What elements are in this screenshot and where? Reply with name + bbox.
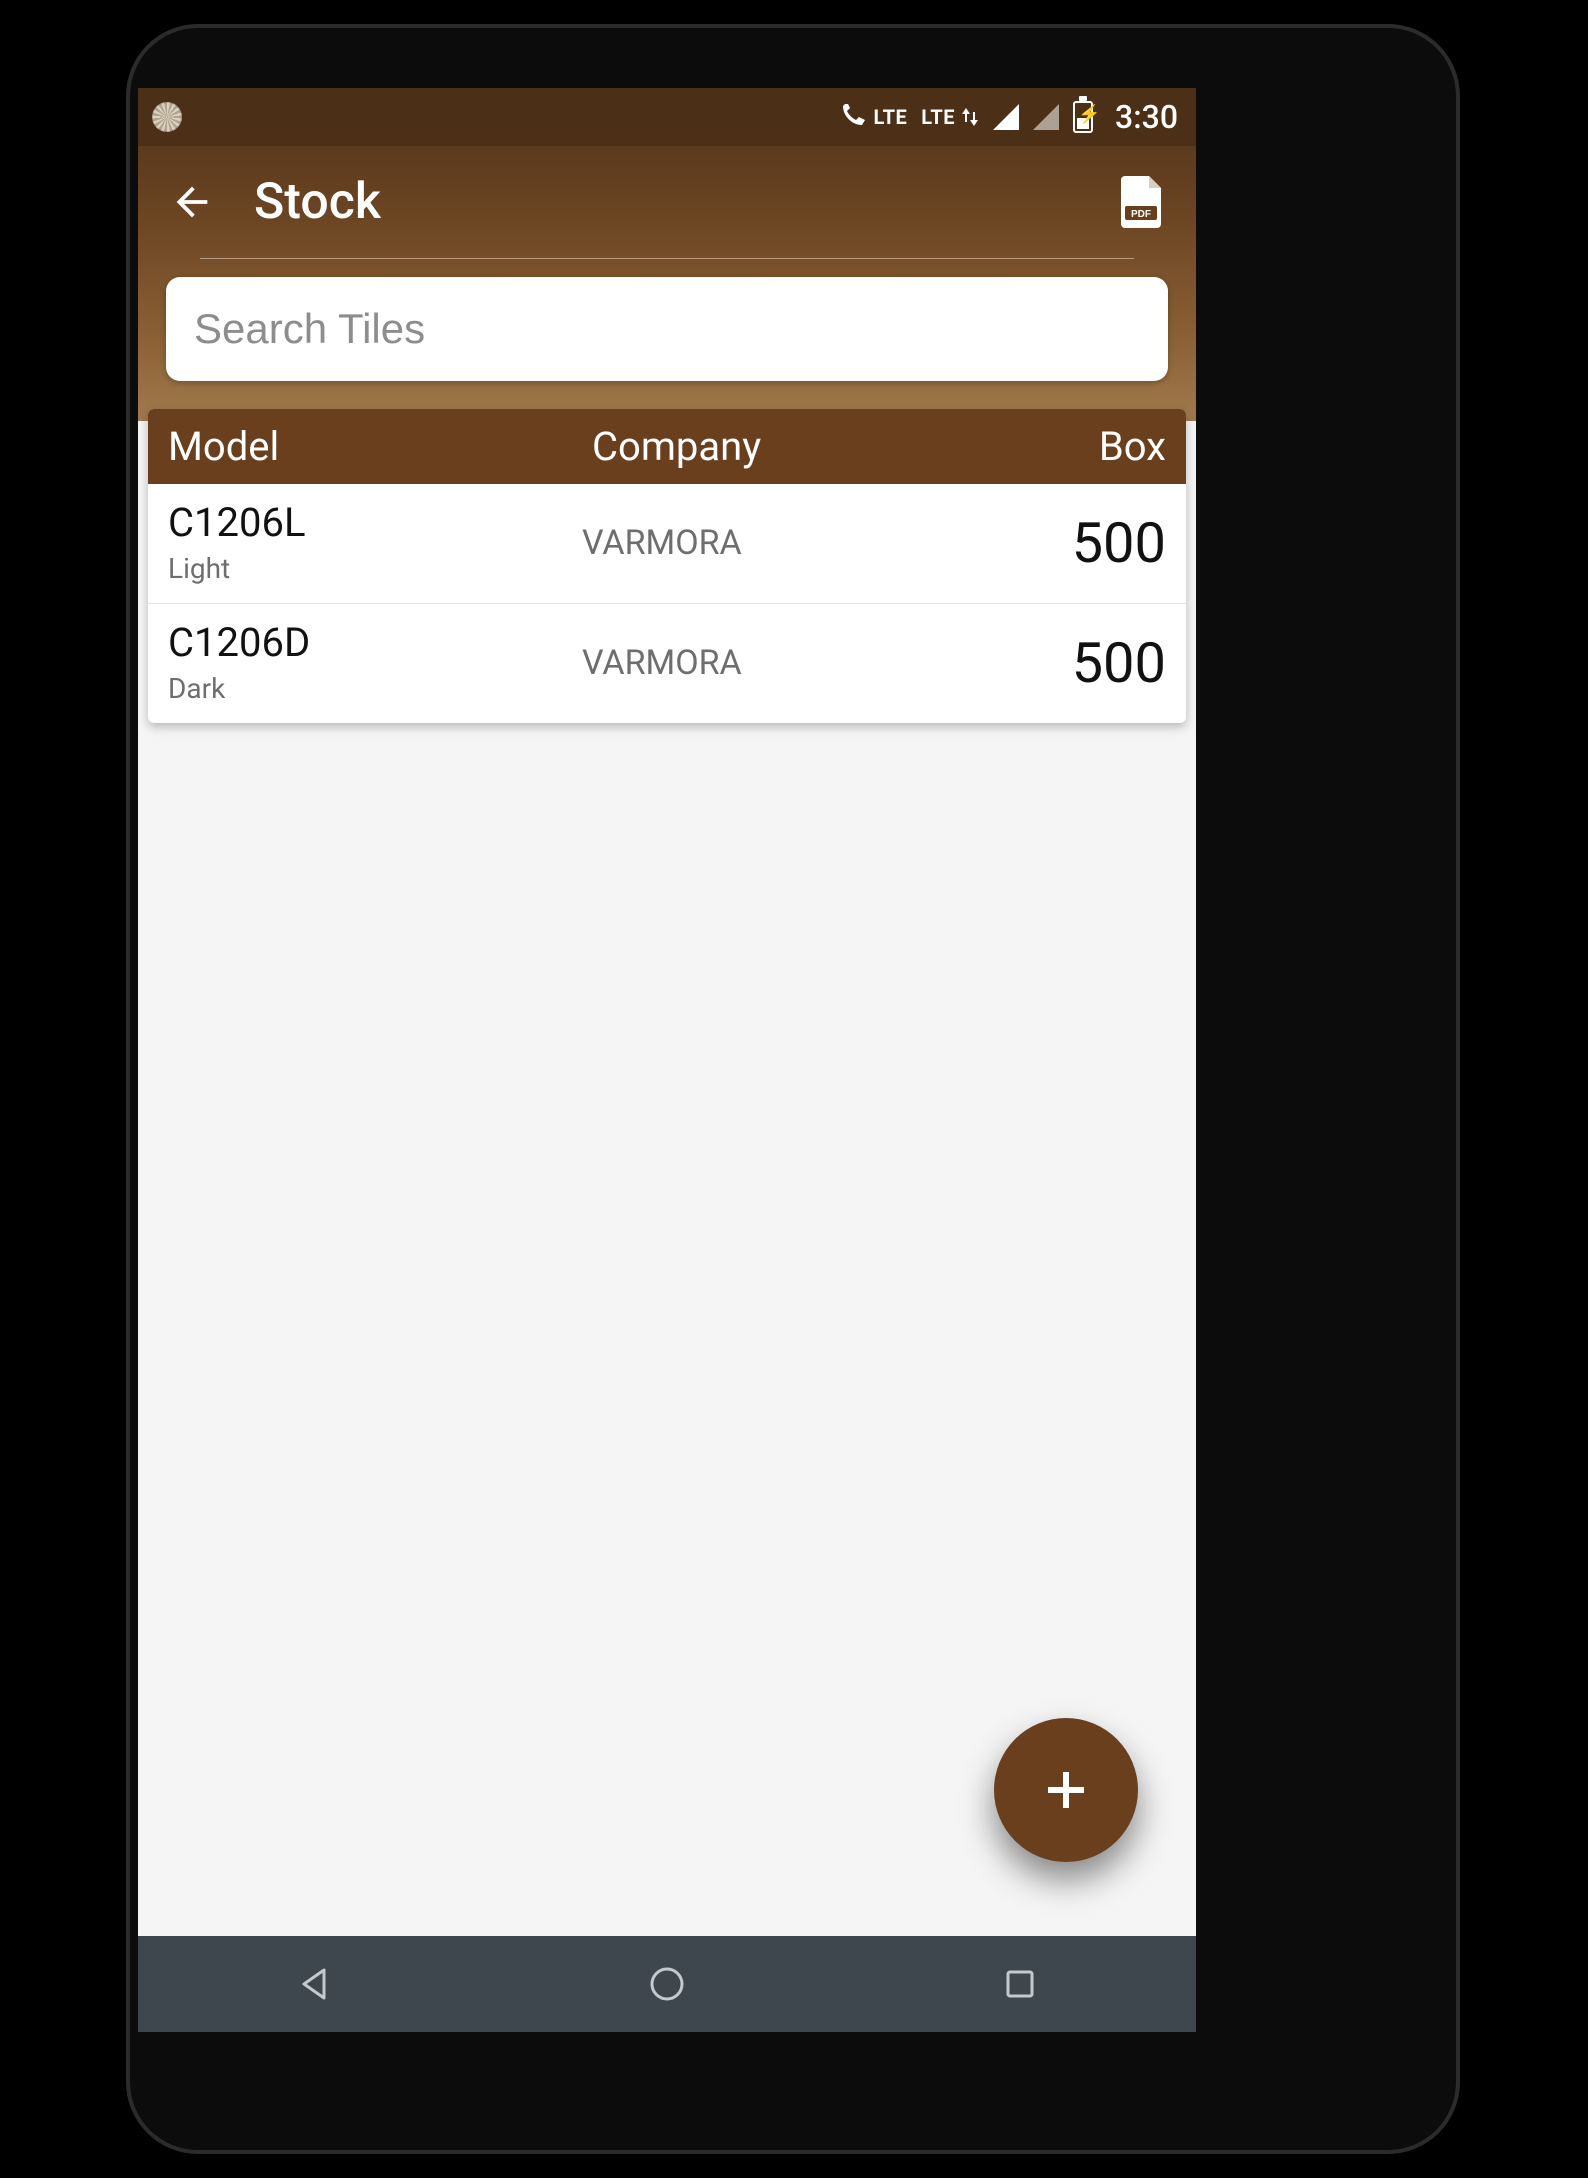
- lte-label-2: LTE: [921, 105, 955, 129]
- data-lte-indicator: LTE: [921, 105, 979, 129]
- nav-recents-button[interactable]: [992, 1956, 1048, 2012]
- screen: LTE LTE ⚡ 3:30: [138, 88, 1196, 2032]
- table-row[interactable]: C1206L Light VARMORA 500: [148, 484, 1186, 604]
- status-bar: LTE LTE ⚡ 3:30: [138, 88, 1196, 146]
- system-nav-bar: [138, 1936, 1196, 2032]
- cell-model: C1206L: [168, 500, 582, 546]
- data-arrows-icon: [961, 106, 979, 128]
- circle-home-icon: [647, 1964, 687, 2004]
- table-header-row: Model Company Box: [148, 409, 1186, 484]
- square-recents-icon: [1000, 1964, 1040, 2004]
- header-box: Box: [1016, 423, 1166, 470]
- search-container: [166, 277, 1168, 381]
- battery-charging-icon: ⚡: [1073, 101, 1093, 133]
- call-lte-indicator: LTE: [838, 104, 908, 130]
- app-header: Stock PDF: [138, 146, 1196, 421]
- add-stock-fab[interactable]: [994, 1718, 1138, 1862]
- cell-variant: Light: [168, 552, 582, 585]
- svg-text:PDF: PDF: [1131, 209, 1151, 220]
- cell-box: 500: [996, 510, 1166, 576]
- header-model: Model: [168, 423, 592, 470]
- export-pdf-button[interactable]: PDF: [1114, 175, 1168, 229]
- header-company: Company: [592, 423, 1016, 470]
- status-clock: 3:30: [1115, 98, 1178, 136]
- pdf-file-icon: PDF: [1119, 176, 1163, 228]
- triangle-back-icon: [294, 1964, 334, 2004]
- cell-box: 500: [996, 630, 1166, 696]
- arrow-left-icon: [169, 179, 215, 225]
- page-title: Stock: [254, 173, 1078, 231]
- table-row[interactable]: C1206D Dark VARMORA 500: [148, 604, 1186, 723]
- nav-back-button[interactable]: [286, 1956, 342, 2012]
- signal-icon-secondary: [1033, 104, 1059, 130]
- plus-icon: [1038, 1762, 1094, 1818]
- cell-company: VARMORA: [582, 643, 996, 683]
- header-divider: [200, 258, 1134, 259]
- loading-spinner-icon: [152, 102, 182, 132]
- stock-table: Model Company Box C1206L Light VARMORA 5…: [148, 409, 1186, 723]
- back-button[interactable]: [166, 176, 218, 228]
- nav-home-button[interactable]: [639, 1956, 695, 2012]
- search-input[interactable]: [194, 305, 1140, 353]
- cell-company: VARMORA: [582, 523, 996, 563]
- cell-variant: Dark: [168, 672, 582, 705]
- lte-label-1: LTE: [874, 105, 908, 129]
- signal-icon: [993, 104, 1019, 130]
- cell-model: C1206D: [168, 620, 582, 666]
